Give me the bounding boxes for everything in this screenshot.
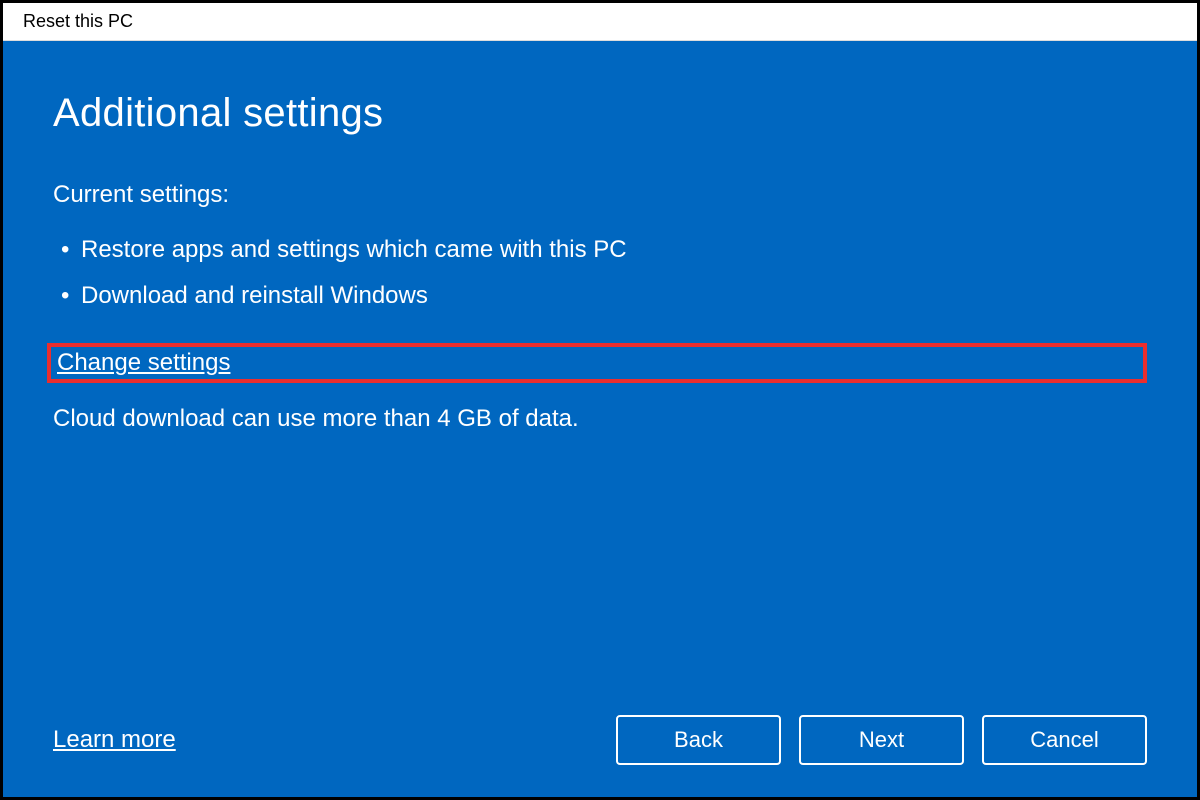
settings-list: Restore apps and settings which came wit… — [53, 227, 1147, 318]
highlight-annotation: Change settings — [47, 343, 1147, 383]
current-settings-label: Current settings: — [53, 181, 1147, 209]
button-group: Back Next Cancel — [616, 715, 1147, 765]
list-item: Restore apps and settings which came wit… — [53, 227, 1147, 273]
titlebar: Reset this PC — [3, 3, 1197, 41]
list-item: Download and reinstall Windows — [53, 273, 1147, 319]
window-title: Reset this PC — [23, 11, 133, 31]
dialog-content: Additional settings Current settings: Re… — [3, 41, 1197, 797]
back-button[interactable]: Back — [616, 715, 781, 765]
next-button[interactable]: Next — [799, 715, 964, 765]
footer-row: Learn more Back Next Cancel — [53, 715, 1147, 765]
cancel-button[interactable]: Cancel — [982, 715, 1147, 765]
page-heading: Additional settings — [53, 91, 1147, 136]
cloud-download-note: Cloud download can use more than 4 GB of… — [53, 405, 1147, 433]
change-settings-link[interactable]: Change settings — [57, 349, 230, 377]
learn-more-link[interactable]: Learn more — [53, 726, 176, 754]
